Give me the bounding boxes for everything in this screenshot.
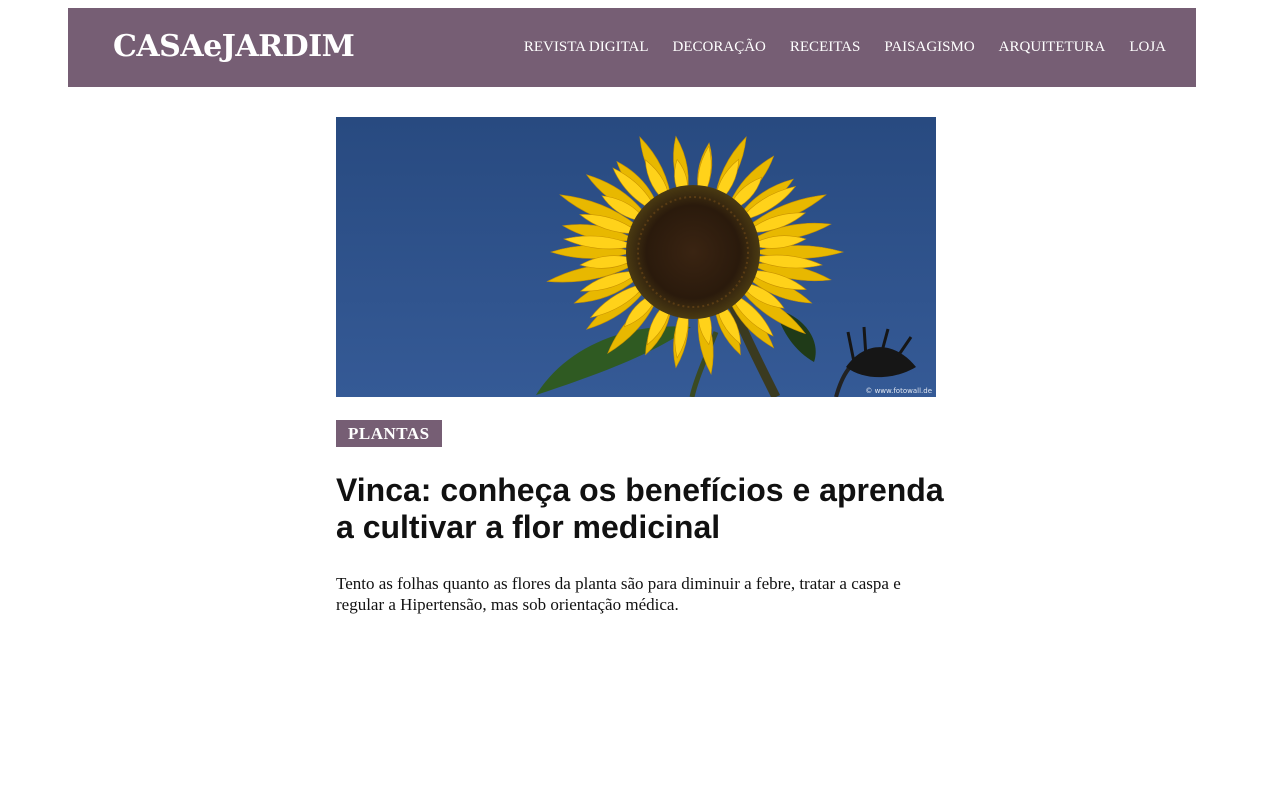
nav-item-arquitetura[interactable]: ARQUITETURA <box>999 37 1106 57</box>
main-nav: REVISTA DIGITAL DECORAÇÃO RECEITAS PAISA… <box>524 37 1166 57</box>
image-watermark: © www.fotowall.de <box>865 387 932 395</box>
sunflower-image: © www.fotowall.de <box>336 117 936 397</box>
article-summary: Tento as folhas quanto as flores da plan… <box>336 574 901 614</box>
nav-item-paisagismo[interactable]: PAISAGISMO <box>884 37 974 57</box>
nav-item-revista-digital[interactable]: REVISTA DIGITAL <box>524 37 649 57</box>
category-badge[interactable]: PLANTAS <box>336 420 442 447</box>
nav-item-loja[interactable]: LOJA <box>1129 37 1166 57</box>
article-hero-image[interactable]: © www.fotowall.de <box>336 117 936 397</box>
site-logo[interactable]: CASAeJARDIM <box>113 28 355 66</box>
nav-item-decoracao[interactable]: DECORAÇÃO <box>673 37 766 57</box>
nav-item-receitas[interactable]: RECEITAS <box>790 37 860 57</box>
article-headline[interactable]: Vinca: conheça os benefícios e aprenda a… <box>336 472 956 546</box>
site-header: CASAeJARDIM REVISTA DIGITAL DECORAÇÃO RE… <box>68 8 1196 87</box>
